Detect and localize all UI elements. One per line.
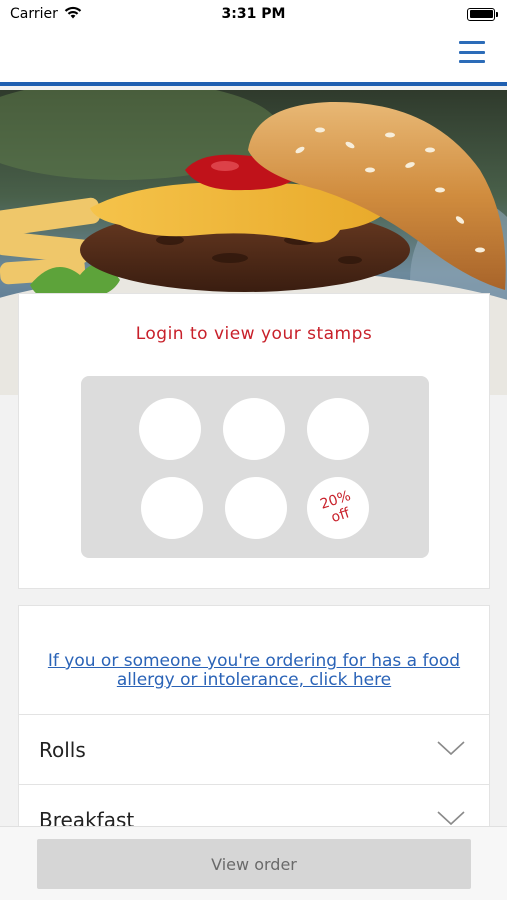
stamp-card: Login to view your stamps 20% off [18, 293, 490, 589]
stamp-slot [139, 398, 201, 460]
bottom-bar: View order [0, 826, 507, 900]
menu-line [459, 60, 485, 63]
carrier-label: Carrier [10, 6, 58, 22]
battery-level [469, 10, 493, 18]
nav-bar [0, 28, 507, 86]
hamburger-menu-icon[interactable] [459, 40, 485, 64]
menu-line [459, 41, 485, 44]
view-order-button[interactable]: View order [37, 839, 471, 889]
app-screen: Carrier 3:31 PM Login to view your stamp… [0, 0, 507, 900]
category-row-rolls[interactable]: Rolls [19, 714, 489, 784]
stamp-reward-slot: 20% off [307, 477, 369, 539]
battery-icon [467, 7, 498, 21]
allergy-info-link[interactable]: If you or someone you're ordering for ha… [39, 652, 469, 690]
stamp-login-prompt[interactable]: Login to view your stamps [19, 324, 489, 344]
stamp-reward-label: 20% off [318, 487, 353, 527]
status-bar: Carrier 3:31 PM [0, 0, 507, 28]
category-label: Rolls [39, 737, 86, 762]
stamp-slot [141, 477, 203, 539]
menu-card: If you or someone you're ordering for ha… [18, 605, 490, 845]
stamp-grid: 20% off [81, 376, 429, 558]
stamp-slot [225, 477, 287, 539]
wifi-icon [64, 6, 82, 23]
stamp-slot [223, 398, 285, 460]
stamp-slot [307, 398, 369, 460]
chevron-down-icon [437, 740, 465, 760]
status-left: Carrier [10, 6, 82, 23]
menu-line [459, 50, 485, 54]
